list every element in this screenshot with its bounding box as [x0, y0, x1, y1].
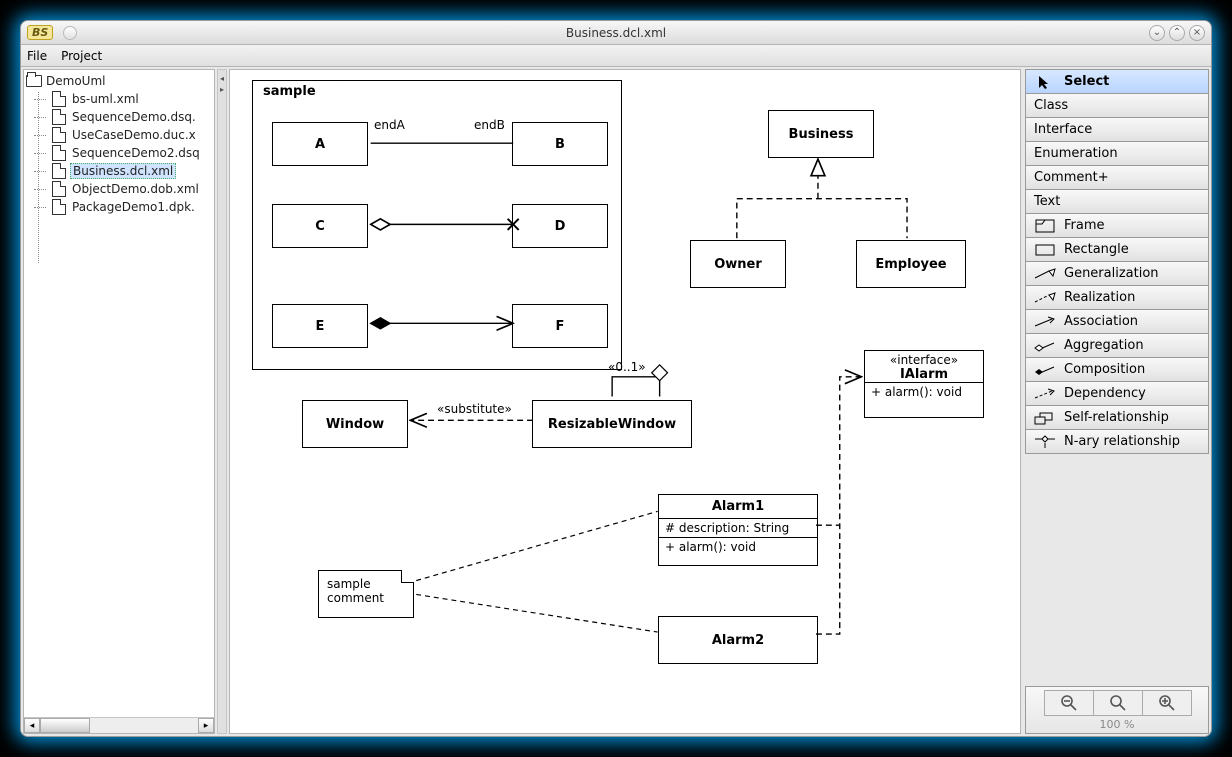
dependency-icon — [1034, 388, 1056, 400]
class-business[interactable]: Business — [768, 110, 874, 158]
aggregation-icon — [1034, 340, 1056, 352]
zoom-out-button[interactable] — [1044, 690, 1094, 716]
file-icon — [52, 109, 66, 125]
scroll-thumb[interactable] — [40, 718, 90, 733]
tool-class[interactable]: Class — [1025, 93, 1209, 118]
assoc-end-a-label: endA — [374, 118, 405, 132]
tree-item[interactable]: ObjectDemo.dob.xml — [26, 180, 212, 198]
tool-comment[interactable]: Comment+ — [1025, 165, 1209, 190]
frame-label: sample — [252, 80, 341, 102]
app-badge: BS — [27, 25, 53, 40]
zoom-in-button[interactable] — [1142, 690, 1192, 716]
class-alarm2[interactable]: Alarm2 — [658, 616, 818, 664]
folder-icon — [26, 75, 42, 87]
file-icon — [52, 127, 66, 143]
splitter-collapse-right-icon: ▸ — [220, 85, 224, 94]
tool-nary-relationship[interactable]: N-ary relationship — [1025, 429, 1209, 454]
class-a[interactable]: A — [272, 122, 368, 166]
multiplicity-label: «0..1» — [608, 360, 646, 374]
substitute-label: «substitute» — [437, 402, 512, 416]
zoom-panel: 100 % — [1025, 686, 1209, 734]
uml-comment[interactable]: sample comment — [318, 570, 414, 618]
class-e[interactable]: E — [272, 304, 368, 348]
file-icon — [52, 145, 66, 161]
splitter-collapse-left-icon: ◂ — [220, 74, 224, 83]
file-icon — [52, 163, 66, 179]
menubar: File Project — [21, 45, 1211, 67]
cursor-icon — [1034, 74, 1056, 90]
zoom-level-label: 100 % — [1100, 718, 1135, 731]
file-icon — [52, 91, 66, 107]
class-alarm1[interactable]: Alarm1 # description: String + alarm(): … — [658, 494, 818, 566]
tool-frame[interactable]: Frame — [1025, 213, 1209, 238]
tool-enumeration[interactable]: Enumeration — [1025, 141, 1209, 166]
class-window[interactable]: Window — [302, 400, 408, 448]
minimize-button[interactable]: ⌄ — [1149, 25, 1165, 41]
maximize-button[interactable]: ⌃ — [1169, 25, 1185, 41]
tree-item[interactable]: SequenceDemo2.dsq — [26, 144, 212, 162]
tool-composition[interactable]: Composition — [1025, 357, 1209, 382]
frame-icon — [1034, 219, 1056, 233]
tool-text[interactable]: Text — [1025, 189, 1209, 214]
tool-dependency[interactable]: Dependency — [1025, 381, 1209, 406]
zoom-reset-button[interactable] — [1093, 690, 1143, 716]
tool-aggregation[interactable]: Aggregation — [1025, 333, 1209, 358]
tool-select[interactable]: Select — [1025, 69, 1209, 94]
app-window: BS Business.dcl.xml ⌄ ⌃ × File Project D… — [20, 20, 1212, 737]
titlebar-decoration-icon — [63, 26, 77, 40]
association-icon — [1034, 316, 1056, 328]
menu-file[interactable]: File — [27, 49, 47, 63]
diagram-canvas[interactable]: sample A B C D E F endA endB Business Ow… — [229, 69, 1021, 734]
tool-generalization[interactable]: Generalization — [1025, 261, 1209, 286]
tree-item[interactable]: PackageDemo1.dpk. — [26, 198, 212, 216]
class-owner[interactable]: Owner — [690, 240, 786, 288]
project-tree-panel: DemoUml bs-uml.xml SequenceDemo.dsq. Use… — [23, 69, 215, 734]
tree-root[interactable]: DemoUml — [26, 74, 212, 88]
titlebar: BS Business.dcl.xml ⌄ ⌃ × — [21, 21, 1211, 45]
class-f[interactable]: F — [512, 304, 608, 348]
window-title: Business.dcl.xml — [21, 26, 1211, 40]
menu-project[interactable]: Project — [61, 49, 102, 63]
class-b[interactable]: B — [512, 122, 608, 166]
class-c[interactable]: C — [272, 204, 368, 248]
class-resizablewindow[interactable]: ResizableWindow — [532, 400, 692, 448]
tool-interface[interactable]: Interface — [1025, 117, 1209, 142]
self-rel-icon — [1034, 411, 1056, 425]
assoc-end-b-label: endB — [474, 118, 505, 132]
tree-hscrollbar[interactable]: ◂ ▸ — [24, 717, 214, 733]
class-employee[interactable]: Employee — [856, 240, 966, 288]
tool-association[interactable]: Association — [1025, 309, 1209, 334]
file-icon — [52, 181, 66, 197]
tool-self-relationship[interactable]: Self-relationship — [1025, 405, 1209, 430]
composition-icon — [1034, 364, 1056, 376]
scroll-right-button[interactable]: ▸ — [198, 718, 214, 733]
tree-item-selected[interactable]: Business.dcl.xml — [26, 162, 212, 180]
scroll-left-button[interactable]: ◂ — [24, 718, 40, 733]
tree-item[interactable]: bs-uml.xml — [26, 90, 212, 108]
class-d[interactable]: D — [512, 204, 608, 248]
nary-icon — [1034, 435, 1056, 449]
tree-item[interactable]: UseCaseDemo.duc.x — [26, 126, 212, 144]
interface-ialarm[interactable]: «interface» IAlarm + alarm(): void — [864, 350, 984, 418]
tree-root-label: DemoUml — [46, 74, 105, 88]
close-button[interactable]: × — [1189, 25, 1205, 41]
tree-item[interactable]: SequenceDemo.dsq. — [26, 108, 212, 126]
tool-realization[interactable]: Realization — [1025, 285, 1209, 310]
rectangle-icon — [1034, 243, 1056, 257]
file-icon — [52, 199, 66, 215]
realization-icon — [1034, 292, 1056, 304]
generalization-icon — [1034, 268, 1056, 280]
tool-palette: Select Class Interface Enumeration Comme… — [1025, 69, 1209, 734]
tool-rectangle[interactable]: Rectangle — [1025, 237, 1209, 262]
splitter[interactable]: ◂ ▸ — [217, 69, 227, 734]
